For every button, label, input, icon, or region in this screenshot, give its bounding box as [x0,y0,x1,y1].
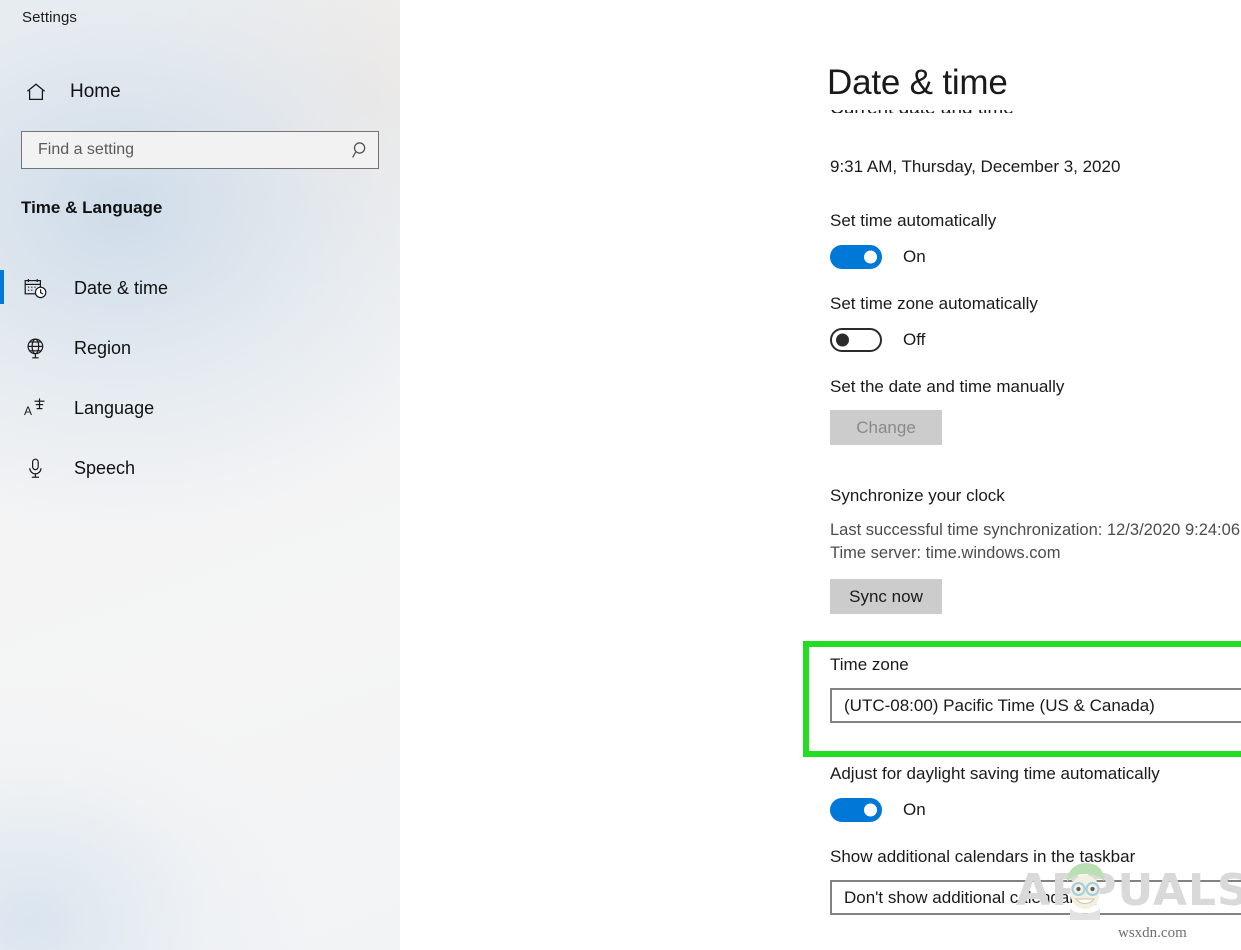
sidebar-item-language[interactable]: A Language [0,378,400,438]
search-input[interactable] [36,140,344,160]
toggle-knob [864,251,877,264]
additional-calendars-dropdown[interactable]: Don't show additional calendars [830,880,1241,915]
daylight-saving-state: On [903,800,926,820]
sidebar-item-label: Speech [74,458,135,479]
additional-calendars-selected-value: Don't show additional calendars [844,888,1241,908]
sidebar-item-home[interactable]: Home [16,74,386,110]
set-timezone-automatically-state: Off [903,330,925,350]
settings-window: Settings Home Time & Language [0,0,1241,950]
selection-accent-bar [0,330,4,364]
sidebar-item-label: Date & time [74,278,168,299]
home-icon [21,80,51,104]
sidebar-home-label: Home [70,81,121,103]
sidebar-item-region[interactable]: Region [0,318,400,378]
toggle-knob [864,804,877,817]
sidebar-section-heading: Time & Language [21,198,162,218]
sidebar-item-date-time[interactable]: Date & time [0,258,400,318]
change-button[interactable]: Change [830,410,942,445]
set-timezone-automatically-toggle[interactable] [830,328,882,352]
sync-now-button[interactable]: Sync now [830,579,942,614]
microphone-icon [21,456,49,481]
selection-accent-bar [0,450,4,484]
set-timezone-automatically-label: Set time zone automatically [830,294,1038,314]
sidebar-nav: Date & time Region [0,258,400,498]
page-title: Date & time [827,64,1022,105]
set-manually-label: Set the date and time manually [830,377,1064,397]
time-zone-label: Time zone [830,655,909,675]
time-server-text: Time server: time.windows.com [830,544,1060,563]
set-time-automatically-state: On [903,247,926,267]
last-sync-text: Last successful time synchronization: 12… [830,521,1241,540]
toggle-knob [836,334,849,347]
search-box[interactable] [21,131,379,169]
translate-icon: A [21,396,49,421]
sidebar-item-speech[interactable]: Speech [0,438,400,498]
set-time-automatically-row: On [830,245,926,269]
set-time-automatically-label: Set time automatically [830,211,996,231]
selection-accent-bar [0,270,4,304]
window-title: Settings [22,9,77,26]
sidebar-item-label: Region [74,338,131,359]
set-time-automatically-toggle[interactable] [830,245,882,269]
globe-icon [21,336,49,361]
synchronize-clock-heading: Synchronize your clock [830,486,1005,506]
selection-accent-bar [0,390,4,424]
current-datetime-value: 9:31 AM, Thursday, December 3, 2020 [830,157,1120,177]
time-zone-dropdown[interactable]: (UTC-08:00) Pacific Time (US & Canada) [830,688,1241,723]
time-zone-selected-value: (UTC-08:00) Pacific Time (US & Canada) [844,696,1241,716]
sidebar: Settings Home Time & Language [0,0,400,950]
calendar-clock-icon [21,276,49,301]
additional-calendars-label: Show additional calendars in the taskbar [830,847,1135,867]
source-site-text: wsxdn.com [1118,925,1187,942]
daylight-saving-row: On [830,798,926,822]
search-icon[interactable] [344,140,378,160]
daylight-saving-toggle[interactable] [830,798,882,822]
set-timezone-automatically-row: Off [830,328,925,352]
main-content: Current date and time Date & time 9:31 A… [400,0,1241,950]
sidebar-item-label: Language [74,398,154,419]
daylight-saving-label: Adjust for daylight saving time automati… [830,764,1160,784]
svg-text:A: A [24,404,32,418]
